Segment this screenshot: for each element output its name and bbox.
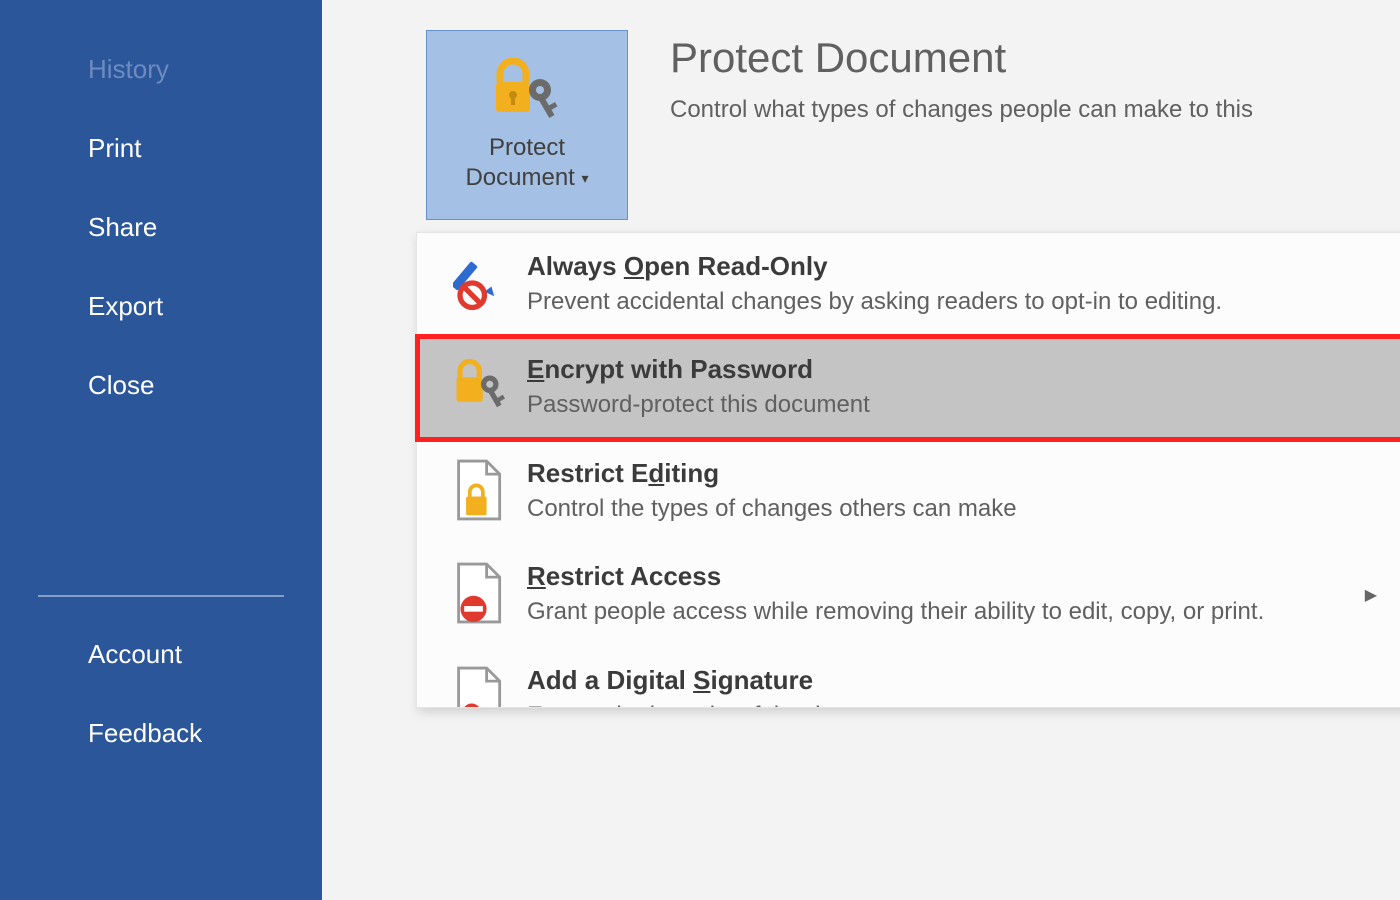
sidebar-item-feedback[interactable]: Feedback bbox=[0, 694, 322, 773]
protect-button-line1: Protect bbox=[489, 134, 565, 161]
dropdown-item-description: Password-protect this document bbox=[527, 389, 1381, 421]
lock-key-icon bbox=[490, 58, 564, 127]
dropdown-item-restrict-editing[interactable]: Restrict Editing Control the types of ch… bbox=[417, 440, 1400, 543]
backstage-sidebar: History Print Share Export Close Account… bbox=[0, 0, 322, 900]
sidebar-item-export[interactable]: Export bbox=[0, 267, 322, 346]
dropdown-item-title: Encrypt with Password bbox=[527, 354, 1381, 385]
sidebar-item-print[interactable]: Print bbox=[0, 109, 322, 188]
dropdown-item-description: Control the types of changes others can … bbox=[527, 493, 1381, 525]
dropdown-item-description: Ensure the integrity of the document bbox=[527, 700, 1381, 707]
dropdown-item-title: Restrict Access bbox=[527, 561, 1381, 592]
protect-button-line2: Document bbox=[465, 164, 574, 191]
section-description: Control what types of changes people can… bbox=[670, 96, 1253, 124]
sidebar-divider bbox=[38, 595, 284, 597]
document-ribbon-icon bbox=[453, 665, 509, 707]
document-prohibit-icon bbox=[453, 561, 509, 625]
pencil-prohibit-icon bbox=[453, 251, 509, 315]
protect-document-button[interactable]: Protect Document ▾ bbox=[426, 30, 628, 220]
sidebar-item-share[interactable]: Share bbox=[0, 188, 322, 267]
sidebar-item-close[interactable]: Close bbox=[0, 346, 322, 425]
dropdown-item-open-read-only[interactable]: Always Open Read-Only Prevent accidental… bbox=[417, 233, 1400, 336]
dropdown-item-digital-signature[interactable]: Add a Digital Signature Ensure the integ… bbox=[417, 647, 1400, 707]
dropdown-item-title: Always Open Read-Only bbox=[527, 251, 1381, 282]
chevron-down-icon: ▾ bbox=[582, 169, 589, 185]
dropdown-item-restrict-access[interactable]: Restrict Access Grant people access whil… bbox=[417, 543, 1400, 646]
dropdown-item-description: Prevent accidental changes by asking rea… bbox=[527, 286, 1381, 318]
dropdown-item-title: Add a Digital Signature bbox=[527, 665, 1381, 696]
dropdown-item-title: Restrict Editing bbox=[527, 458, 1381, 489]
chevron-right-icon: ▶ bbox=[1365, 585, 1377, 605]
section-title: Protect Document bbox=[670, 34, 1006, 82]
dropdown-item-encrypt-password[interactable]: Encrypt with Password Password-protect t… bbox=[417, 336, 1400, 439]
sidebar-item-history: History bbox=[0, 30, 322, 109]
sidebar-item-account[interactable]: Account bbox=[0, 615, 322, 694]
protect-document-dropdown: Always Open Read-Only Prevent accidental… bbox=[416, 232, 1400, 708]
document-lock-icon bbox=[453, 458, 509, 522]
dropdown-item-description: Grant people access while removing their… bbox=[527, 596, 1381, 628]
lock-key-icon bbox=[453, 354, 509, 418]
main-pane: Protect Document Control what types of c… bbox=[322, 0, 1400, 900]
